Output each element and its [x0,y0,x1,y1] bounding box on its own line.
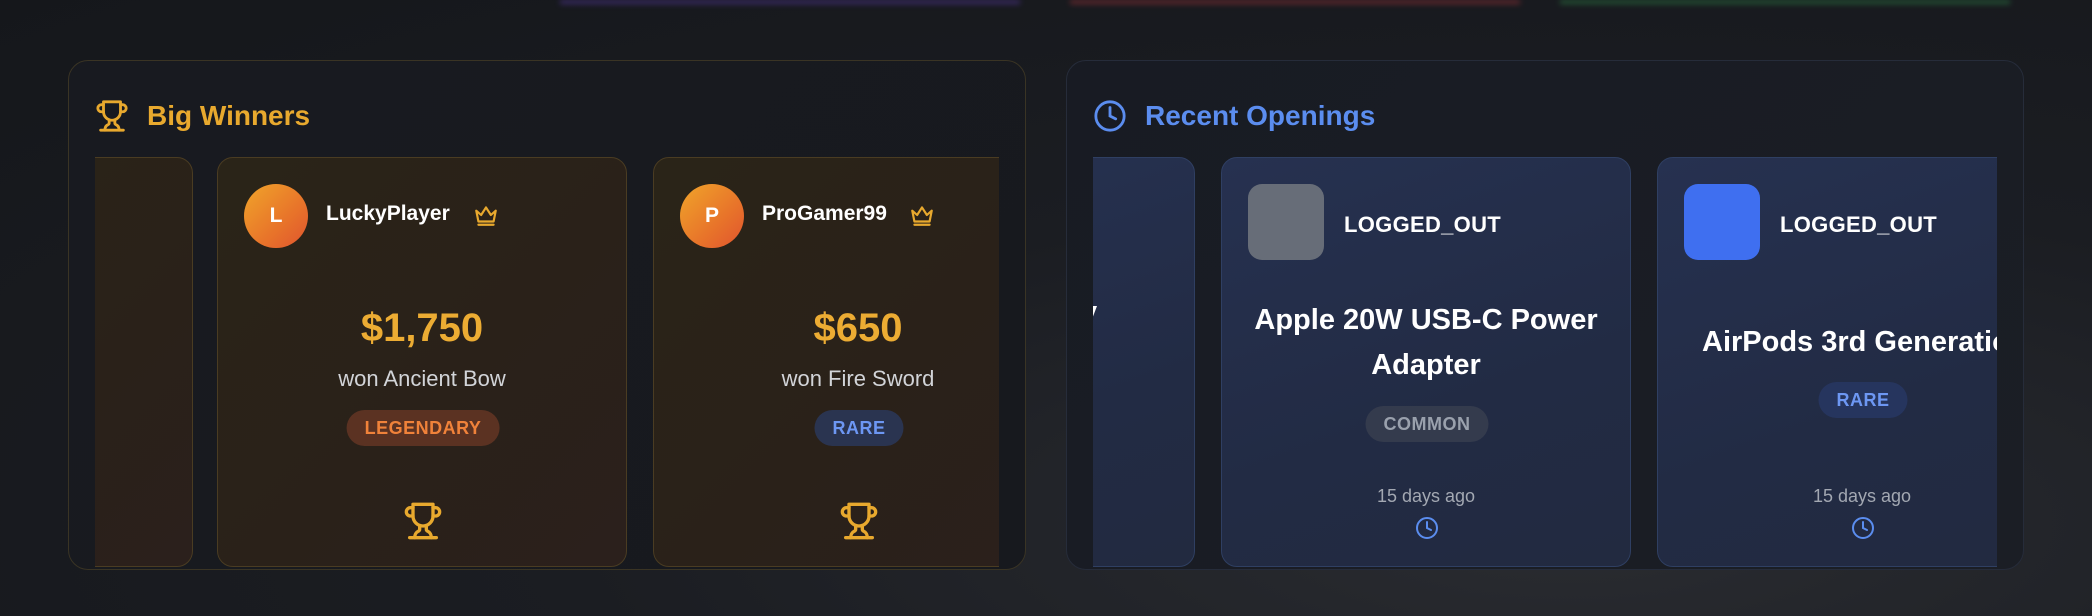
item-name: AirPods 3rd Generation [1702,320,1997,365]
clock-icon [1094,100,1126,132]
rarity-badge: LEGENDARY [346,410,500,446]
top-glow-red [1070,0,1520,4]
winner-card[interactable]: P ProGamer99 $650 won Fire Sword RARE [653,157,999,567]
item-thumbnail [1248,184,1324,260]
item-thumbnail [1684,184,1760,260]
opening-time: 15 days ago [1812,486,1912,506]
winner-username: LuckyPlayer [326,202,450,225]
won-item-text: won Ancient Bow [338,366,506,391]
big-winners-title: Big Winners [147,100,311,131]
opening-card[interactable]: LOGGED_OUT AirPods 3rd Generation RARE 1… [1657,157,1997,567]
item-name-line: Adapter [1371,349,1481,381]
top-glow-purple [560,0,1020,4]
clock-icon [1852,517,1874,539]
recent-openings-panel: Recent Openings y LOGGED_OUT Apple 20W U… [1066,60,2024,570]
recent-openings-carousel[interactable]: y LOGGED_OUT Apple 20W USB-C Power Adapt… [1093,157,1997,567]
big-winners-header: Big Winners [95,91,310,141]
winner-username: ProGamer99 [762,202,887,225]
opening-card-partial[interactable]: y [1093,157,1195,567]
item-name-line: AirPods 3rd Generation [1702,326,1997,358]
opening-user: LOGGED_OUT [1780,212,1938,237]
winner-card-partial[interactable] [95,157,193,567]
top-glow-green [1560,0,2010,4]
item-name-partial: y [1093,296,1097,329]
item-name-line: Apple 20W USB-C Power [1254,304,1598,336]
trophy-icon [404,502,442,540]
opening-time: 15 days ago [1376,486,1476,506]
win-amount: $650 [813,306,903,350]
won-item-text: won Fire Sword [781,366,935,391]
avatar: P [680,184,744,248]
win-amount: $1,750 [360,306,484,350]
rarity-badge: COMMON [1365,406,1489,442]
clock-icon [1416,517,1438,539]
recent-openings-title: Recent Openings [1145,100,1376,131]
winner-card[interactable]: L LuckyPlayer $1,750 won Ancient Bow LEG… [217,157,627,567]
rarity-badge: RARE [814,410,904,446]
rarity-badge: RARE [1818,382,1908,418]
big-winners-panel: Big Winners L LuckyPlayer $1,750 won Anc… [68,60,1026,570]
item-name: Apple 20W USB-C Power Adapter [1242,298,1610,388]
opening-user: LOGGED_OUT [1344,212,1502,237]
trophy-icon [96,100,128,132]
big-winners-carousel[interactable]: L LuckyPlayer $1,750 won Ancient Bow LEG… [95,157,999,567]
recent-openings-header: Recent Openings [1093,91,1375,141]
crown-icon [911,206,933,226]
trophy-icon [840,502,878,540]
opening-card[interactable]: LOGGED_OUT Apple 20W USB-C Power Adapter… [1221,157,1631,567]
crown-icon [475,206,497,226]
avatar: L [244,184,308,248]
